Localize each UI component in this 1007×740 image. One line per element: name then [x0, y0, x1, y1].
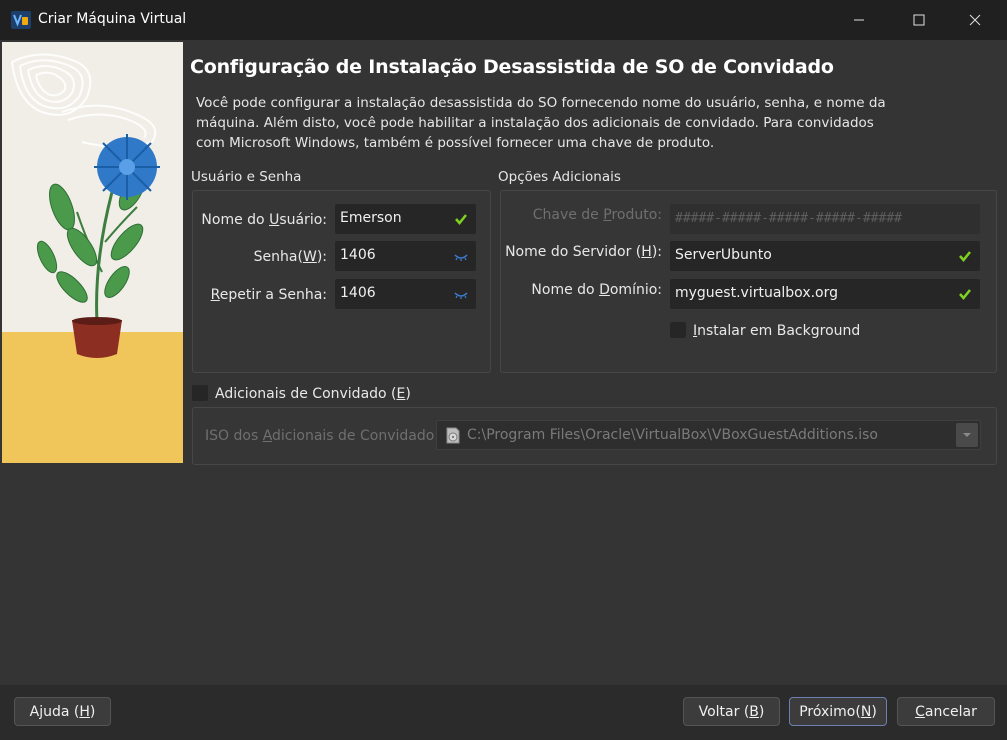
product-key-label: Chave de Produto: — [532, 207, 662, 223]
repeat-password-field[interactable]: 1406 — [335, 279, 476, 309]
guest-additions-label[interactable]: Adicionais de Convidado (E) — [215, 386, 411, 402]
chevron-down-icon — [963, 433, 971, 437]
product-key-field[interactable]: #####-#####-#####-#####-##### — [670, 204, 980, 234]
cancel-button[interactable]: Cancelar — [897, 697, 995, 726]
guest-additions-checkbox[interactable] — [192, 385, 208, 401]
domain-label: Nome do Domínio: — [531, 282, 662, 298]
page-description: Você pode configurar a instalação desass… — [196, 95, 886, 151]
username-value: Emerson — [340, 210, 402, 226]
hostname-field[interactable]: ServerUbunto — [670, 241, 980, 271]
iso-path-value: C:\Program Files\Oracle\VirtualBox\VBoxG… — [467, 427, 878, 443]
maximize-button[interactable] — [894, 0, 944, 40]
virtualbox-app-icon — [11, 11, 31, 29]
dialog-body: Configuração de Instalação Desassistida … — [0, 40, 1007, 740]
maximize-icon — [913, 14, 925, 26]
user-password-group-title: Usuário e Senha — [191, 169, 302, 185]
checkmark-icon — [455, 214, 467, 225]
close-button[interactable] — [950, 0, 1000, 40]
close-icon — [969, 14, 981, 26]
dropdown-button[interactable] — [956, 423, 978, 447]
window-title: Criar Máquina Virtual — [38, 11, 187, 27]
product-key-placeholder: #####-#####-#####-#####-##### — [675, 211, 902, 226]
minimize-icon — [854, 19, 864, 21]
password-strength-icon — [454, 254, 468, 261]
username-label: Nome do Usuário: — [201, 212, 327, 228]
additional-options-group-title: Opções Adicionais — [498, 169, 621, 185]
next-button[interactable]: Próximo(N) — [789, 697, 887, 726]
password-value: 1406 — [340, 247, 376, 263]
password-label: Senha(W): — [253, 249, 327, 265]
username-field[interactable]: Emerson — [335, 204, 476, 234]
hostname-label: Nome do Servidor (H): — [505, 244, 662, 260]
password-field[interactable]: 1406 — [335, 241, 476, 271]
password-strength-icon — [454, 292, 468, 299]
install-background-checkbox[interactable] — [670, 322, 686, 338]
install-background-label[interactable]: Instalar em Background — [693, 323, 860, 339]
checkmark-icon — [959, 251, 971, 262]
iso-label: ISO dos Adicionais de Convidado: — [205, 428, 440, 444]
title-bar: Criar Máquina Virtual — [0, 0, 1007, 40]
hostname-value: ServerUbunto — [675, 247, 772, 263]
help-button[interactable]: Ajuda (H) — [14, 697, 111, 726]
page-title: Configuração de Instalação Desassistida … — [190, 56, 834, 78]
minimize-button[interactable] — [834, 0, 884, 40]
iso-path-select[interactable]: C:\Program Files\Oracle\VirtualBox\VBoxG… — [436, 420, 981, 450]
domain-value: myguest.virtualbox.org — [675, 285, 839, 301]
checkmark-icon — [959, 289, 971, 300]
domain-field[interactable]: myguest.virtualbox.org — [670, 279, 980, 309]
back-button[interactable]: Voltar (B) — [683, 697, 780, 726]
repeat-password-label: Repetir a Senha: — [210, 287, 327, 303]
repeat-password-value: 1406 — [340, 285, 376, 301]
disk-icon — [446, 427, 460, 444]
wizard-illustration — [2, 42, 183, 463]
